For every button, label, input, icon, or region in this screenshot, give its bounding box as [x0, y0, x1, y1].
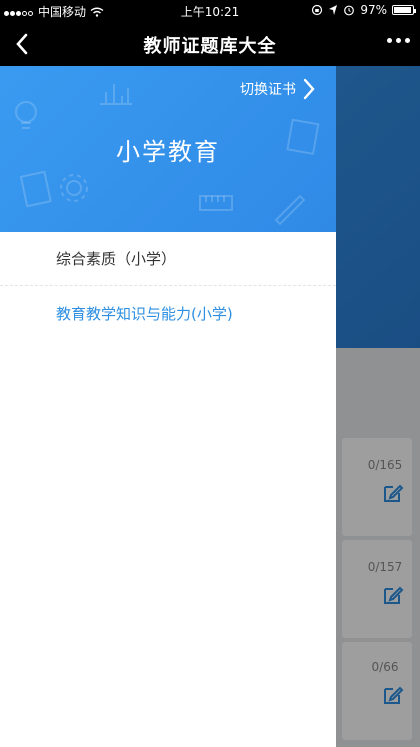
- pencil-icon: [274, 194, 306, 226]
- battery-icon: [392, 5, 416, 15]
- switch-certificate-label: 切换证书: [240, 82, 296, 98]
- chevron-right-icon: [303, 78, 315, 100]
- side-drawer: 切换证书 小学教育 综合素质（小学） 教育教学知识与能力(小学): [0, 66, 336, 747]
- drawer-item-label: 教育教学知识与能力(小学): [56, 304, 233, 323]
- document-icon: [20, 170, 52, 208]
- drawer-item-label: 综合素质（小学）: [56, 250, 177, 268]
- drawer-header: 切换证书 小学教育: [0, 66, 336, 232]
- status-bar: 中国移动 上午10:21 97%: [0, 0, 420, 22]
- nav-bar: 教师证题库大全: [0, 22, 420, 66]
- drawer-item-education-knowledge[interactable]: 教育教学知识与能力(小学): [0, 286, 336, 340]
- certificate-title: 小学教育: [116, 138, 220, 166]
- ruler-icon: [199, 195, 233, 211]
- chart-icon: [100, 84, 132, 105]
- battery-percent: 97%: [360, 3, 387, 17]
- alarm-icon: [344, 5, 355, 16]
- more-dots-icon[interactable]: [387, 38, 410, 43]
- page-title: 教师证题库大全: [143, 36, 277, 57]
- switch-certificate-button[interactable]: 切换证书: [240, 78, 316, 100]
- drawer-item-comprehensive-quality[interactable]: 综合素质（小学）: [0, 232, 336, 286]
- location-icon: [329, 5, 338, 15]
- rotation-lock-icon: [312, 4, 323, 16]
- gear-icon: [60, 174, 88, 202]
- lightbulb-icon: [15, 101, 37, 129]
